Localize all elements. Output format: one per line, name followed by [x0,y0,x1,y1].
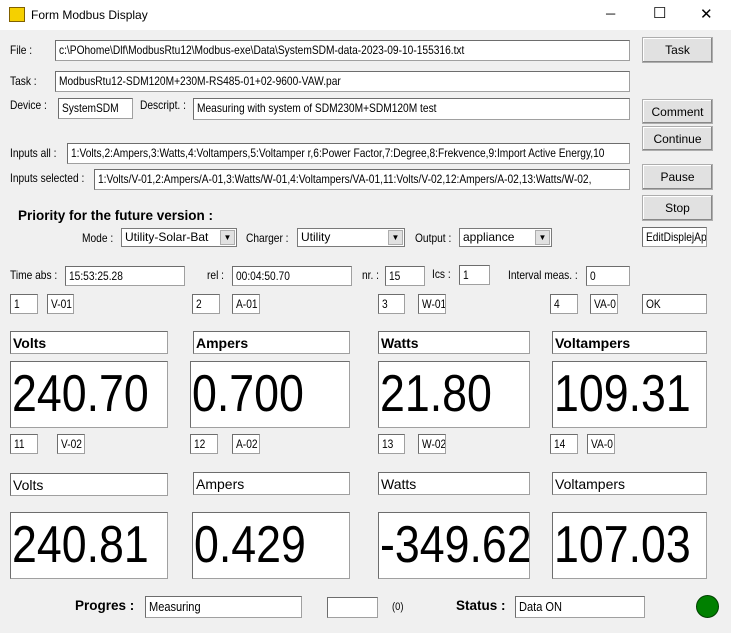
channel-number[interactable]: 4 [550,294,578,314]
measurement-value: -349.62 [378,512,530,579]
status-field[interactable]: Data ON [515,596,645,618]
ics-label: Ics : [432,267,451,281]
quantity-label: Watts [378,331,530,354]
measurement-value: 0.700 [190,361,350,428]
count-box[interactable] [327,597,378,618]
measurement-value: 21.80 [378,361,530,428]
channel-number[interactable]: 3 [378,294,405,314]
descript-field[interactable]: Measuring with system of SDM230M+SDM120M… [193,98,630,120]
descript-label: Descript. : [140,98,186,112]
task-label: Task : [10,74,37,88]
edit-display-field[interactable]: EditDisplejAp [642,227,707,247]
charger-select[interactable]: Utility ▼ [297,228,405,247]
close-button[interactable]: ✕ [700,5,713,23]
time-abs-field[interactable]: 15:53:25.28 [65,266,185,286]
chevron-down-icon[interactable]: ▼ [388,230,403,245]
file-label: File : [10,43,33,57]
measurement-value: 240.70 [10,361,168,428]
stop-button[interactable]: Stop [642,195,713,221]
rel-label: rel : [207,268,225,282]
quantity-label: Ampers [193,472,350,495]
quantity-label: Voltampers [552,472,707,495]
progress-label: Progres : [75,598,135,613]
channel-code[interactable]: A-01 [232,294,260,314]
device-field[interactable]: SystemSDM [58,98,133,119]
channel-code[interactable]: A-02 [232,434,260,454]
status-label: Status : [456,598,506,613]
quantity-label: Voltampers [552,331,707,354]
pause-button[interactable]: Pause [642,164,713,190]
charger-label: Charger : [246,231,289,245]
channel-number[interactable]: 13 [378,434,405,454]
chevron-down-icon[interactable]: ▼ [535,230,550,245]
measurement-value: 0.429 [192,512,350,579]
channel-number[interactable]: 2 [192,294,220,314]
inputs-selected-label: Inputs selected : [10,171,85,185]
quantity-label: Volts [10,331,168,354]
file-field[interactable]: c:\POhome\Dlf\ModbusRtu12\Modbus-exe\Dat… [55,40,630,61]
progress-field[interactable]: Measuring [145,596,302,618]
inputs-all-field[interactable]: 1:Volts,2:Ampers,3:Watts,4:Voltampers,5:… [67,143,630,164]
title-bar: Form Modbus Display ─ ☐ ✕ [0,0,731,30]
task-button[interactable]: Task [642,37,713,63]
count-label: (0) [392,601,404,613]
nr-label: nr. : [362,268,380,282]
channel-number[interactable]: 14 [550,434,578,454]
channel-number[interactable]: 11 [10,434,38,454]
task-field[interactable]: ModbusRtu12-SDM120M+230M-RS485-01+02-960… [55,71,630,92]
rel-field[interactable]: 00:04:50.70 [232,266,352,286]
channel-code[interactable]: VA-0 [590,294,618,314]
channel-code[interactable]: W-01 [418,294,446,314]
output-label: Output : [415,231,452,245]
mode-label: Mode : [82,231,114,245]
channel-number[interactable]: 1 [10,294,38,314]
quantity-label: Volts [10,473,168,496]
mode-select[interactable]: Utility-Solar-Bat ▼ [121,228,237,247]
charger-value: Utility [301,230,331,244]
channel-code[interactable]: V-01 [47,294,74,314]
channel-code[interactable]: W-02 [418,434,446,454]
window-title: Form Modbus Display [31,8,148,22]
priority-heading: Priority for the future version : [18,208,214,223]
inputs-all-label: Inputs all : [10,146,57,160]
channel-code[interactable]: V-02 [57,434,85,454]
output-value: appliance [463,230,515,244]
status-ok-field[interactable]: OK [642,294,707,314]
quantity-label: Watts [378,472,530,495]
interval-label: Interval meas. : [508,268,578,282]
interval-field[interactable]: 0 [586,266,630,286]
time-abs-label: Time abs : [10,268,58,282]
chevron-down-icon[interactable]: ▼ [220,230,235,245]
quantity-label: Ampers [193,331,350,354]
app-icon [9,7,25,22]
output-select[interactable]: appliance ▼ [459,228,552,247]
device-label: Device : [10,98,47,112]
minimize-button[interactable]: ─ [606,6,615,21]
channel-code[interactable]: VA-0 [587,434,615,454]
measurement-value: 240.81 [10,512,168,579]
comment-button[interactable]: Comment [642,99,713,124]
continue-button[interactable]: Continue [642,126,713,151]
mode-value: Utility-Solar-Bat [125,230,209,244]
status-indicator-led [696,595,719,618]
nr-field[interactable]: 15 [385,266,425,286]
maximize-button[interactable]: ☐ [653,4,666,22]
measurement-value: 109.31 [552,361,707,428]
ics-field[interactable]: 1 [459,265,490,285]
inputs-selected-field[interactable]: 1:Volts/V-01,2:Ampers/A-01,3:Watts/W-01,… [94,169,630,190]
measurement-value: 107.03 [552,512,707,579]
channel-number[interactable]: 12 [190,434,218,454]
